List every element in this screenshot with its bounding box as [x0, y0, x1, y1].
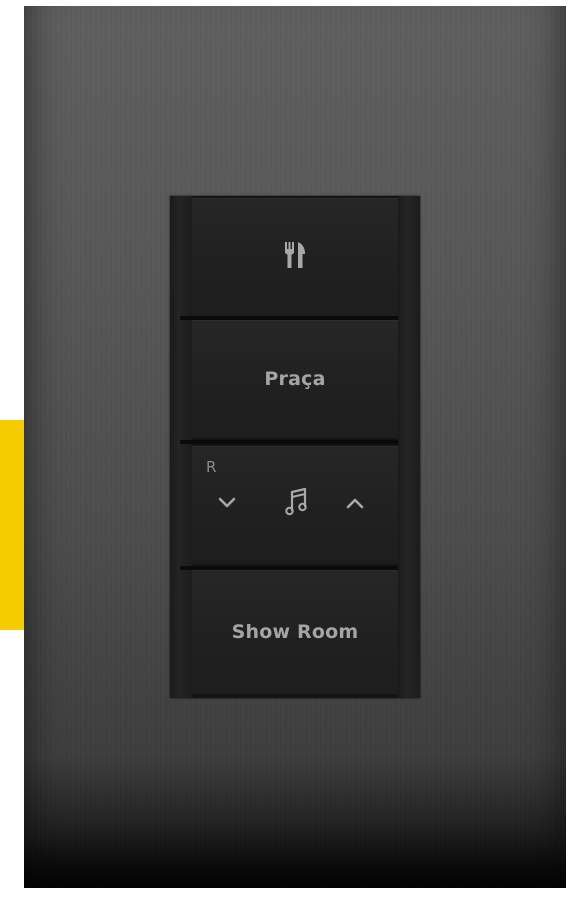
- show-room-scene-button[interactable]: Show Room: [192, 570, 398, 694]
- music-note-icon: [285, 486, 309, 521]
- praca-label: Praça: [264, 368, 326, 390]
- keypad: Praça R Show Room: [170, 196, 420, 698]
- praca-scene-button[interactable]: Praça: [192, 320, 398, 438]
- rocker-indicator-label: R: [206, 458, 217, 476]
- chevron-up-icon[interactable]: [346, 496, 364, 510]
- show-room-label: Show Room: [231, 621, 359, 643]
- chevron-down-icon[interactable]: [218, 496, 236, 510]
- dining-scene-button[interactable]: [192, 198, 398, 316]
- key-divider: [180, 440, 410, 444]
- utensils-icon: [284, 241, 306, 274]
- accent-tab: [0, 420, 26, 630]
- music-volume-rocker[interactable]: R: [192, 446, 398, 564]
